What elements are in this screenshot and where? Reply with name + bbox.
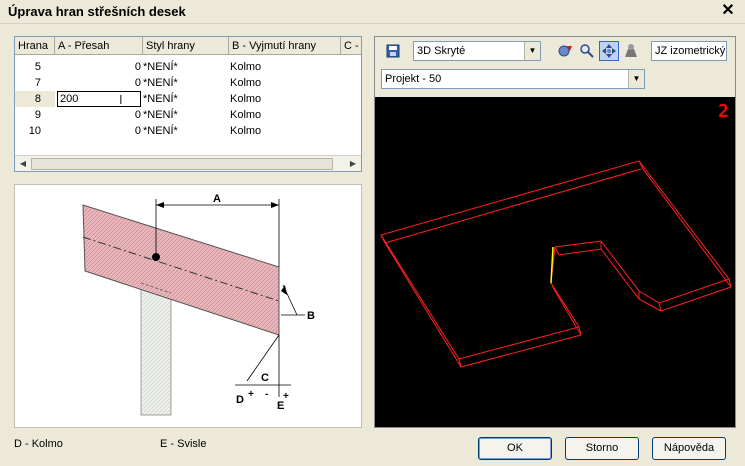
project-select[interactable]: Projekt - 50 ▼	[381, 69, 645, 89]
cell-hrana: 9	[34, 109, 41, 121]
table-row[interactable]: 10 0 *NENÍ* Kolmo	[15, 123, 361, 139]
scroll-thumb[interactable]	[31, 158, 333, 170]
cell-hrana: 10	[28, 125, 41, 137]
cell-presah: 0	[134, 61, 141, 73]
table-row[interactable]: 8 200 I *NENÍ* Kolmo	[15, 91, 361, 107]
edge-illustration: A B C D E + - +	[14, 184, 362, 428]
help-button[interactable]: Nápověda	[652, 437, 726, 460]
table-row[interactable]: 5 0 *NENÍ* Kolmo	[15, 59, 361, 75]
cell-presah: 0	[134, 109, 141, 121]
column-header-vyjmuti[interactable]: B - Vyjmutí hrany	[229, 37, 341, 55]
pan-icon[interactable]	[599, 41, 619, 61]
label-a: A	[213, 193, 221, 205]
title-bar: Úprava hran střešních desek ✕	[0, 0, 745, 24]
cell-styl: *NENÍ*	[143, 109, 178, 121]
preview-panel: 3D Skryté ▼ JZ izometrický Projekt - 50 …	[374, 36, 736, 428]
table-row[interactable]: 9 0 *NENÍ* Kolmo	[15, 107, 361, 123]
project-value: Projekt - 50	[385, 73, 442, 85]
3d-viewport[interactable]: 2	[375, 97, 735, 427]
chevron-down-icon[interactable]: ▼	[628, 70, 644, 88]
grid-header: Hrana A - Přesah Styl hrany B - Vyjmutí …	[15, 37, 361, 55]
presah-edit-field[interactable]: 200	[57, 91, 141, 107]
scroll-right-icon[interactable]: ▶	[346, 157, 360, 171]
cell-vyjmuti: Kolmo	[230, 77, 262, 89]
svg-text:-: -	[265, 389, 268, 400]
cell-styl: *NENÍ*	[143, 61, 178, 73]
label-b: B	[307, 310, 315, 322]
column-header-styl[interactable]: Styl hrany	[143, 37, 229, 55]
cell-styl: *NENÍ*	[143, 125, 178, 137]
cell-hrana: 5	[34, 61, 41, 73]
walk-icon[interactable]	[621, 41, 641, 61]
cell-presah: 0	[134, 125, 141, 137]
zoom-icon[interactable]	[577, 41, 597, 61]
text-cursor-icon: I	[119, 92, 123, 107]
cell-styl: *NENÍ*	[143, 93, 178, 105]
viewport-number: 2	[718, 101, 729, 122]
scroll-left-icon[interactable]: ◀	[16, 157, 30, 171]
cancel-button[interactable]: Storno	[565, 437, 639, 460]
cell-vyjmuti: Kolmo	[230, 61, 262, 73]
view-style-value: 3D Skryté	[417, 45, 466, 57]
legend-d: D - Kolmo	[14, 438, 63, 450]
cell-presah: 0	[134, 77, 141, 89]
ok-button[interactable]: OK	[478, 437, 552, 460]
window-title: Úprava hran střešních desek	[8, 4, 186, 19]
label-c: C	[261, 372, 269, 384]
cell-vyjmuti: Kolmo	[230, 93, 262, 105]
cell-vyjmuti: Kolmo	[230, 125, 262, 137]
roof-edge-diagram: A B C D E + - +	[82, 193, 315, 416]
cell-vyjmuti: Kolmo	[230, 109, 262, 121]
label-d: D	[236, 394, 244, 406]
legend-e: E - Svisle	[160, 438, 207, 450]
close-icon[interactable]: ✕	[719, 2, 737, 20]
svg-text:+: +	[283, 391, 289, 402]
column-header-c[interactable]: C -	[341, 37, 361, 55]
table-row[interactable]: 7 0 *NENÍ* Kolmo	[15, 75, 361, 91]
save-icon[interactable]	[383, 41, 403, 61]
edges-grid[interactable]: Hrana A - Přesah Styl hrany B - Vyjmutí …	[14, 36, 362, 172]
view-name-field[interactable]: JZ izometrický	[651, 41, 727, 61]
column-header-presah[interactable]: A - Přesah	[55, 37, 143, 55]
rotate-icon[interactable]	[555, 41, 575, 61]
horizontal-scrollbar[interactable]: ◀ ▶	[15, 155, 361, 171]
cell-hrana: 8	[15, 91, 55, 107]
view-style-select[interactable]: 3D Skryté ▼	[413, 41, 541, 61]
viewer-toolbar: 3D Skryté ▼ JZ izometrický	[375, 37, 735, 65]
chevron-down-icon[interactable]: ▼	[524, 42, 540, 60]
cell-styl: *NENÍ*	[143, 77, 178, 89]
column-header-hrana[interactable]: Hrana	[15, 37, 55, 55]
cell-hrana: 7	[34, 77, 41, 89]
svg-text:+: +	[248, 389, 254, 400]
roof-wireframe	[380, 160, 732, 368]
